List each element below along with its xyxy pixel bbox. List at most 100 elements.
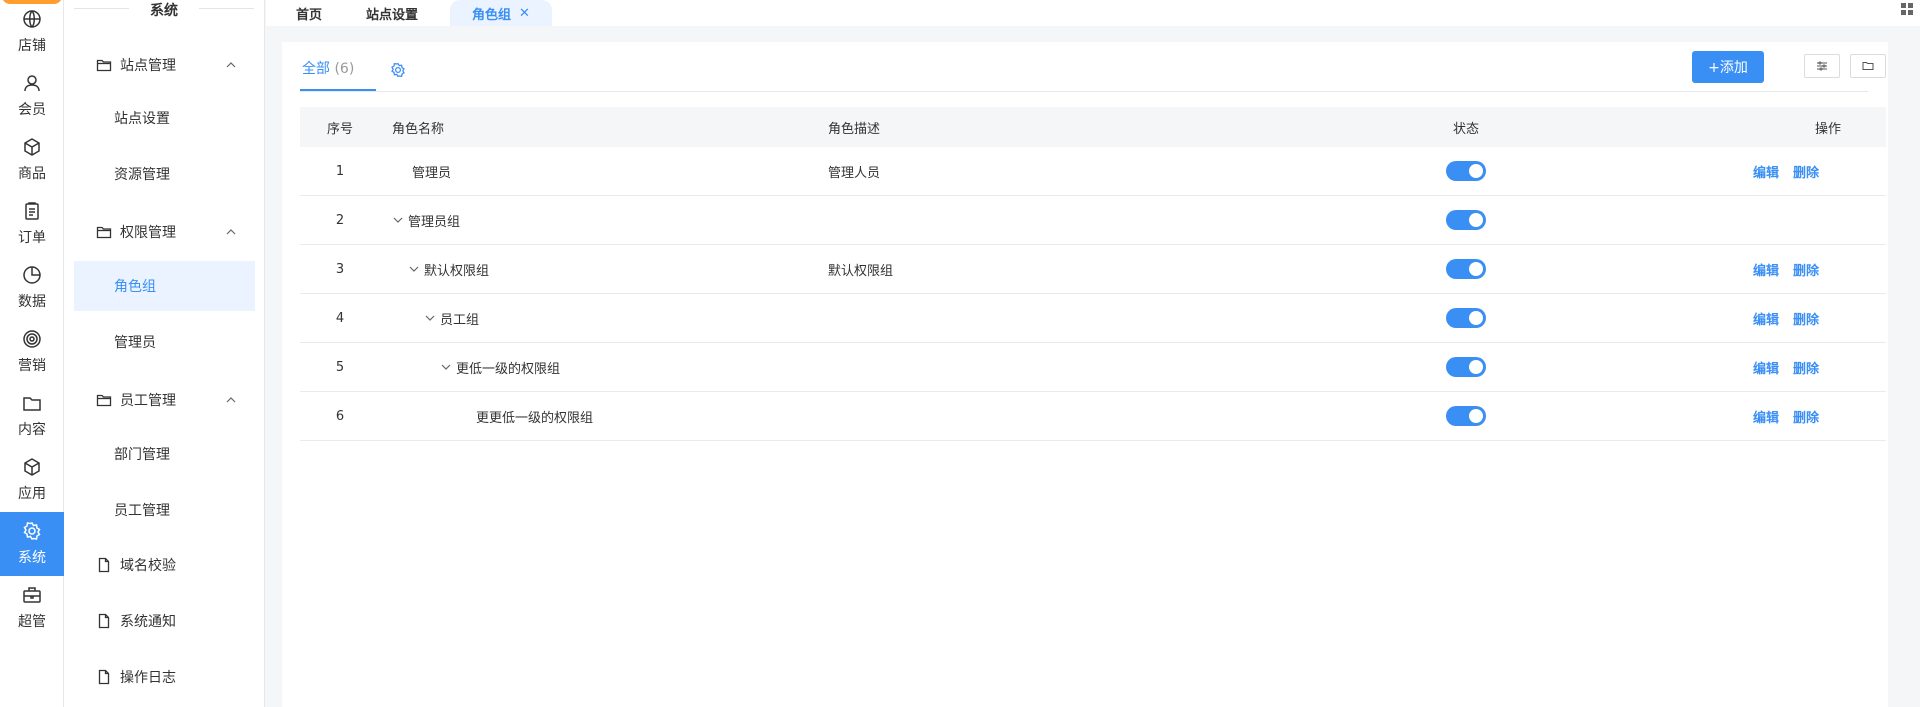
table-row: 6 更更低一级的权限组 编辑 删除: [300, 392, 1886, 441]
header-index: 序号: [326, 121, 353, 137]
close-icon[interactable]: ✕: [519, 6, 530, 21]
rail-item-apps[interactable]: 应用: [0, 448, 64, 512]
role-name: 员工组: [440, 312, 480, 328]
gear-icon: [23, 522, 41, 540]
delete-link[interactable]: 删除: [1793, 309, 1819, 328]
chevron-down-icon[interactable]: [408, 263, 420, 275]
filter-tab-all[interactable]: 全部 (6): [302, 58, 354, 88]
cube-icon: [24, 458, 40, 476]
table-row: 3 默认权限组 默认权限组 编辑 删除: [300, 245, 1886, 294]
folder-icon: [96, 226, 112, 239]
grid-icon[interactable]: [1900, 2, 1914, 16]
role-name: 管理员组: [408, 214, 461, 230]
sidebar-title: 系统: [74, 0, 254, 19]
sidebar-item-site-settings[interactable]: 站点设置: [74, 93, 255, 143]
sidebar-item-role-groups[interactable]: 角色组: [74, 261, 255, 311]
delete-link[interactable]: 删除: [1793, 358, 1819, 377]
user-icon: [24, 75, 40, 92]
rail-item-marketing[interactable]: 营销: [0, 320, 64, 384]
sidebar-group-staff[interactable]: 员工管理: [64, 380, 265, 420]
sidebar-item-domain-verify[interactable]: 域名校验: [64, 545, 265, 585]
rail-item-order[interactable]: 订单: [0, 192, 64, 256]
header-status: 状态: [1452, 121, 1479, 137]
header-role-name: 角色名称: [392, 121, 445, 137]
tabs-divider: [300, 91, 1868, 92]
table-row: 1 管理员 管理人员 编辑 删除: [300, 147, 1886, 196]
chevron-up-icon: [226, 397, 236, 403]
sidebar-item-resources[interactable]: 资源管理: [74, 149, 255, 199]
sidebar-item-employees[interactable]: 员工管理: [74, 485, 255, 535]
edit-link[interactable]: 编辑: [1753, 407, 1779, 426]
sidebar-item-operation-log[interactable]: 操作日志: [64, 657, 265, 697]
rail-item-shop[interactable]: 店铺: [0, 0, 64, 64]
delete-link[interactable]: 删除: [1793, 407, 1819, 426]
role-desc: 默认权限组: [828, 263, 894, 279]
rail-item-system[interactable]: 系统: [0, 512, 64, 576]
edit-link[interactable]: 编辑: [1753, 309, 1779, 328]
file-icon: [98, 669, 110, 685]
tab-role-groups[interactable]: 角色组 ✕: [450, 0, 552, 26]
chevron-down-icon[interactable]: [424, 312, 436, 324]
header-actions: 操作: [1814, 121, 1841, 137]
chevron-down-icon[interactable]: [392, 214, 404, 226]
rail-item-superadmin[interactable]: 超管: [0, 576, 64, 640]
role-name: 更低一级的权限组: [456, 361, 561, 377]
file-icon: [98, 557, 110, 573]
sliders-icon: [1817, 61, 1827, 71]
header-role-desc: 角色描述: [828, 121, 881, 137]
rail-item-goods[interactable]: 商品: [0, 128, 64, 192]
status-toggle[interactable]: [1446, 357, 1486, 377]
edit-link[interactable]: 编辑: [1753, 358, 1779, 377]
main-panel: 全部 (6) +添加 序号 角色名称 角色描述 状态 操作 1 管理员 管理人员…: [282, 42, 1888, 707]
clipboard-icon: [25, 202, 39, 220]
shop-icon: [23, 10, 41, 28]
delete-link[interactable]: 删除: [1793, 162, 1819, 181]
box-icon: [24, 138, 40, 156]
table-row: 4 员工组 编辑 删除: [300, 294, 1886, 343]
status-toggle[interactable]: [1446, 210, 1486, 230]
sidebar-group-site[interactable]: 站点管理: [64, 45, 265, 85]
top-tabs-bar: 首页 站点设置 角色组 ✕: [266, 0, 1920, 26]
pie-chart-icon: [23, 266, 41, 284]
briefcase-icon: [23, 587, 41, 603]
sidebar-item-system-notice[interactable]: 系统通知: [64, 601, 265, 641]
folder-icon: [96, 59, 112, 72]
secondary-sidebar: 系统 站点管理 站点设置 资源管理 权限管理 角色组 管理员 员工管理 部门管理…: [64, 0, 265, 707]
folder-icon: [1862, 62, 1874, 70]
rail-item-data[interactable]: 数据: [0, 256, 64, 320]
sidebar-group-permissions[interactable]: 权限管理: [64, 212, 265, 252]
edit-link[interactable]: 编辑: [1753, 162, 1779, 181]
delete-link[interactable]: 删除: [1793, 260, 1819, 279]
status-toggle[interactable]: [1446, 406, 1486, 426]
table-header: 序号 角色名称 角色描述 状态 操作: [300, 107, 1886, 147]
folder-icon: [96, 394, 112, 407]
folder-icon: [23, 397, 41, 411]
sidebar-item-admins[interactable]: 管理员: [74, 317, 255, 367]
status-toggle[interactable]: [1446, 259, 1486, 279]
tab-site-settings[interactable]: 站点设置: [358, 0, 426, 26]
column-settings-button[interactable]: [1804, 54, 1840, 78]
table-row: 2 管理员组: [300, 196, 1886, 245]
status-toggle[interactable]: [1446, 308, 1486, 328]
sidebar-item-departments[interactable]: 部门管理: [74, 429, 255, 479]
rail-item-member[interactable]: 会员: [0, 64, 64, 128]
chevron-down-icon[interactable]: [440, 361, 452, 373]
rail-item-content[interactable]: 内容: [0, 384, 64, 448]
status-toggle[interactable]: [1446, 161, 1486, 181]
role-name: 更更低一级的权限组: [476, 410, 594, 426]
table-row: 5 更低一级的权限组 编辑 删除: [300, 343, 1886, 392]
add-button[interactable]: +添加: [1692, 51, 1764, 83]
chevron-up-icon: [226, 62, 236, 68]
icon-rail: 店铺 会员 商品 订单 数据 营销 内容 应用 系统 超管: [0, 0, 64, 707]
role-table: 序号 角色名称 角色描述 状态 操作 1 管理员 管理人员 编辑 删除 2 管理…: [300, 107, 1886, 441]
gear-icon[interactable]: [390, 62, 406, 78]
edit-link[interactable]: 编辑: [1753, 260, 1779, 279]
target-icon: [23, 330, 41, 348]
tab-home[interactable]: 首页: [286, 0, 332, 26]
chevron-up-icon: [226, 229, 236, 235]
file-icon: [98, 613, 110, 629]
role-name: 管理员: [412, 165, 452, 181]
folder-button[interactable]: [1850, 54, 1886, 78]
role-name: 默认权限组: [424, 263, 490, 279]
role-desc: 管理人员: [828, 165, 881, 181]
